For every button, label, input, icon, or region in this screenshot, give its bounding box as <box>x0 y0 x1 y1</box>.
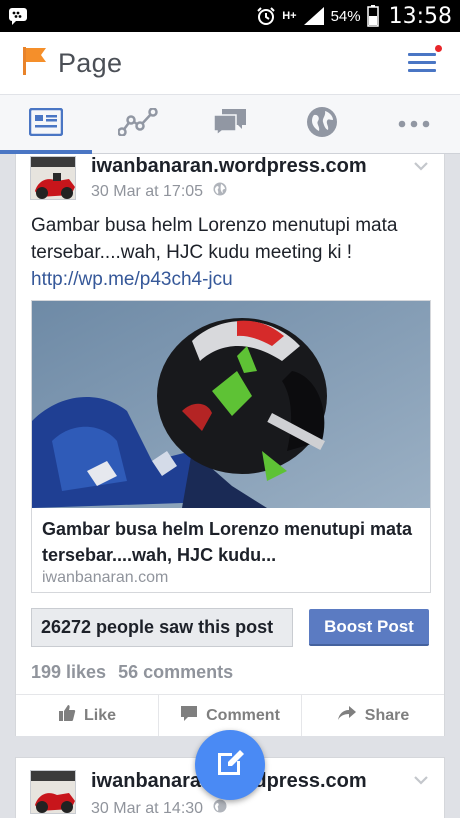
post-timestamp[interactable]: 30 Mar at 17:05 <box>91 183 203 201</box>
share-button[interactable]: Share <box>302 695 444 736</box>
tab-bar <box>0 94 460 154</box>
post-body: Gambar busa helm Lorenzo menutupi mata t… <box>31 212 436 293</box>
share-icon <box>337 705 357 726</box>
post-timestamp[interactable]: 30 Mar at 14:30 <box>91 800 203 818</box>
avatar[interactable] <box>30 770 76 814</box>
link-preview[interactable]: Gambar busa helm Lorenzo menutupi mata t… <box>31 300 431 593</box>
boost-post-button[interactable]: Boost Post <box>309 609 429 646</box>
clock: 13:58 <box>388 3 452 29</box>
battery-percent: 54% <box>330 7 361 25</box>
comments-count[interactable]: 56 comments <box>118 662 233 683</box>
post-reach[interactable]: 26272 people saw this post <box>31 608 293 647</box>
network-type: H+ <box>282 10 297 22</box>
tab-more[interactable] <box>368 95 460 153</box>
compose-icon <box>214 747 246 784</box>
tab-messages[interactable] <box>184 95 276 153</box>
tab-news-feed[interactable] <box>0 95 92 154</box>
chevron-down-icon[interactable] <box>414 158 428 176</box>
globe-icon <box>213 799 227 818</box>
post-author[interactable]: iwanbanaran.wordpress.com <box>91 155 367 178</box>
flag-icon <box>22 46 48 81</box>
like-icon <box>58 704 76 727</box>
notifications-globe-icon <box>306 106 338 143</box>
post-stats: 199 likes 56 comments <box>31 662 233 683</box>
page-title: Page <box>58 47 123 78</box>
link-preview-title: Gambar busa helm Lorenzo menutupi mata t… <box>42 519 413 565</box>
app-header: Page <box>0 32 460 94</box>
news-feed-icon <box>28 107 64 141</box>
signal-icon <box>303 6 325 26</box>
post-text: Gambar busa helm Lorenzo menutupi mata t… <box>31 215 398 263</box>
like-button[interactable]: Like <box>16 695 159 736</box>
post-meta: 30 Mar at 14:30 <box>91 799 227 818</box>
alarm-icon <box>256 6 276 26</box>
post-link[interactable]: http://wp.me/p43ch4-jcu <box>31 269 233 290</box>
post-header: iwanbanaran.wordpress.com 30 Mar at 17:0… <box>16 154 444 210</box>
bbm-icon <box>8 7 28 25</box>
notification-dot <box>433 43 444 54</box>
post-reach-text: 26272 people saw this post <box>41 617 274 637</box>
battery-icon <box>366 5 379 27</box>
boost-post-label: Boost Post <box>324 616 414 636</box>
menu-button[interactable] <box>408 43 444 75</box>
tab-notifications[interactable] <box>276 95 368 153</box>
likes-count[interactable]: 199 likes <box>31 662 106 683</box>
avatar[interactable] <box>30 156 76 200</box>
more-icon <box>398 115 430 133</box>
insights-icon <box>117 106 158 141</box>
comment-icon <box>180 705 198 727</box>
chevron-down-icon[interactable] <box>414 772 428 790</box>
share-label: Share <box>364 706 410 724</box>
link-preview-image <box>32 301 430 508</box>
status-bar: H+ 54% 13:58 <box>0 0 460 32</box>
tab-insights[interactable] <box>92 95 184 153</box>
like-label: Like <box>83 706 116 724</box>
messages-icon <box>212 107 248 142</box>
globe-icon <box>213 182 227 201</box>
post-meta: 30 Mar at 17:05 <box>91 182 227 201</box>
compose-post-button[interactable] <box>195 730 265 800</box>
post-card: iwanbanaran.wordpress.com 30 Mar at 17:0… <box>15 154 445 736</box>
comment-label: Comment <box>206 706 280 724</box>
link-preview-domain: iwanbanaran.com <box>42 569 169 586</box>
